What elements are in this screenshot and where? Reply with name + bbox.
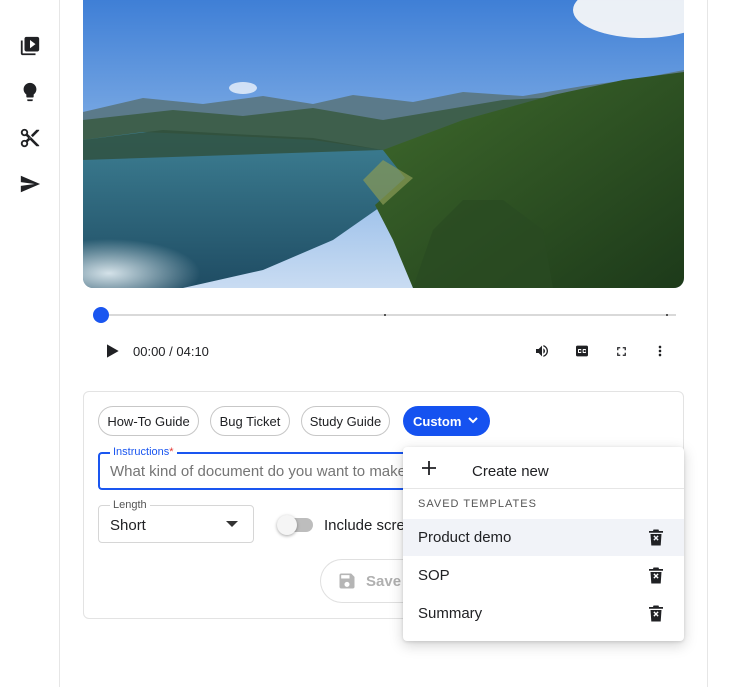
chip-custom[interactable]: Custom [403,406,490,436]
create-new-label: Create new [472,463,549,480]
toggle-knob[interactable] [277,515,297,535]
more-vert-icon[interactable] [651,340,669,362]
save-icon [339,573,355,589]
template-label: Summary [418,605,483,622]
content-divider [707,0,708,687]
instructions-input[interactable] [110,463,406,480]
templates-menu: Create new SAVED TEMPLATES Product demo … [403,447,684,641]
left-rail [0,0,60,687]
chip-custom-label: Custom [413,413,462,429]
progress-track[interactable] [95,314,676,316]
chip-study-guide[interactable]: Study Guide [301,406,390,436]
screenshots-toggle-label: Include screenshots [324,517,404,534]
chapter-marker [666,314,668,316]
lightbulb-icon[interactable] [18,80,42,104]
save-label: Save [366,572,402,590]
save-button[interactable]: Save [320,559,410,603]
volume-icon[interactable] [533,340,551,362]
delete-icon[interactable] [648,605,664,622]
chip-bug-ticket[interactable]: Bug Ticket [210,406,290,436]
length-value: Short [110,517,146,534]
length-label: Length [110,499,150,511]
delete-icon[interactable] [648,529,664,546]
saved-templates-heading: SAVED TEMPLATES [418,498,537,510]
caret-down-icon [226,521,238,527]
send-icon[interactable] [18,172,42,196]
closed-captions-icon[interactable] [573,340,591,362]
chip-how-to-guide[interactable]: How-To Guide [98,406,199,436]
play-icon[interactable] [102,340,122,362]
template-label: SOP [418,567,450,584]
time-readout: 00:00 / 04:10 [133,344,209,359]
menu-item-template[interactable]: Product demo [403,519,684,556]
fullscreen-icon[interactable] [612,340,630,362]
chapter-marker [384,314,386,316]
menu-item-create-new[interactable]: Create new [403,447,684,489]
plus-icon [421,460,437,476]
required-mark: * [169,446,174,458]
video-library-icon[interactable] [18,34,42,58]
delete-icon[interactable] [648,567,664,584]
app-page: 00:00 / 04:10 How-To Guide Bug Ticket St… [0,0,729,687]
lake-landscape-image [83,0,684,288]
template-label: Product demo [418,529,512,546]
menu-item-template[interactable]: Summary [403,595,684,632]
progress-thumb[interactable] [93,307,109,323]
scissors-icon[interactable] [18,126,42,150]
video-frame[interactable] [83,0,684,288]
chevron-down-icon [466,413,480,427]
menu-item-template[interactable]: SOP [403,557,684,594]
instructions-label: Instructions* [110,446,177,458]
